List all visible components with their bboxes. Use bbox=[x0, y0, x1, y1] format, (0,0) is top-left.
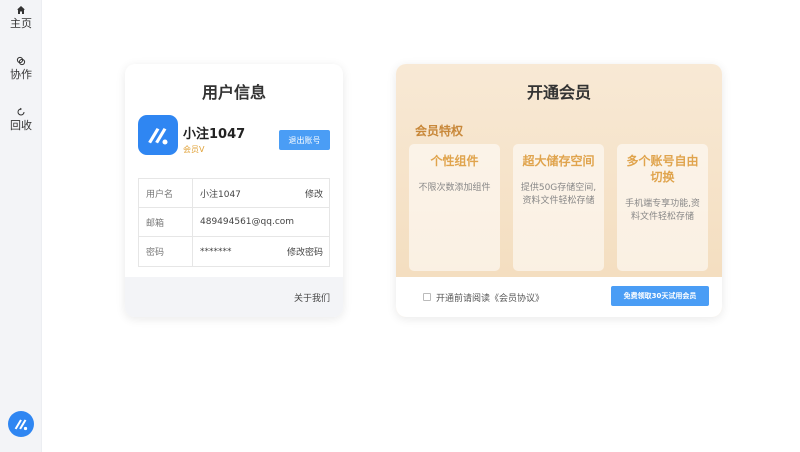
nav-item-recycle[interactable]: 回收 bbox=[0, 107, 42, 132]
nav-item-home[interactable]: 主页 bbox=[0, 5, 42, 30]
agreement-text[interactable]: 开通前请阅读《会员协议》 bbox=[436, 291, 544, 304]
app-logo-icon bbox=[148, 128, 168, 145]
link-icon bbox=[16, 56, 26, 66]
feature-title: 超大储存空间 bbox=[522, 154, 595, 168]
info-value: 小注1047 bbox=[200, 189, 241, 200]
edit-username-link[interactable]: 修改 bbox=[305, 187, 329, 200]
app-logo-icon bbox=[14, 419, 28, 431]
free-trial-button[interactable]: 免费领取30天试用会员 bbox=[611, 286, 709, 306]
recycle-icon bbox=[17, 107, 25, 116]
nav-item-collab[interactable]: 协作 bbox=[0, 56, 42, 81]
avatar[interactable] bbox=[8, 411, 34, 437]
info-label: 密码 bbox=[139, 237, 193, 266]
info-label: 用户名 bbox=[139, 179, 193, 207]
privilege-heading: 会员特权 bbox=[415, 124, 464, 138]
info-value: ******* bbox=[200, 246, 232, 257]
user-card-footer: 关于我们 bbox=[125, 277, 343, 317]
info-label: 邮箱 bbox=[139, 208, 193, 236]
member-level-badge: 会员V bbox=[183, 145, 205, 154]
membership-footer: 开通前请阅读《会员协议》 免费领取30天试用会员 bbox=[396, 277, 722, 317]
feature-desc: 提供50G存储空间,资料文件轻松存储 bbox=[520, 183, 597, 206]
feature-card: 个性组件 不限次数添加组件 bbox=[409, 144, 500, 271]
account-info-table: 用户名 小注1047 修改 邮箱 489494561@qq.com 密码 ***… bbox=[138, 178, 330, 267]
username: 小注1047 bbox=[183, 127, 246, 142]
feature-desc: 手机端专享功能,资料文件轻松存储 bbox=[625, 199, 700, 222]
feature-card: 多个账号自由切换 手机端专享功能,资料文件轻松存储 bbox=[617, 144, 708, 271]
feature-card: 超大储存空间 提供50G存储空间,资料文件轻松存储 bbox=[513, 144, 604, 271]
agreement-checkbox[interactable] bbox=[423, 293, 431, 301]
feature-title: 个性组件 bbox=[430, 154, 479, 168]
nav-label-recycle: 回收 bbox=[10, 119, 32, 132]
info-row-password: 密码 ******* 修改密码 bbox=[139, 237, 329, 266]
user-info-title: 用户信息 bbox=[201, 83, 266, 102]
membership-card: 开通会员 会员特权 个性组件 不限次数添加组件 超大储存空间 提供50G存储空间… bbox=[396, 64, 722, 317]
home-icon bbox=[17, 6, 25, 14]
change-password-link[interactable]: 修改密码 bbox=[287, 245, 329, 258]
nav-label-collab: 协作 bbox=[10, 68, 32, 81]
info-row-username: 用户名 小注1047 修改 bbox=[139, 179, 329, 208]
feature-desc: 不限次数添加组件 bbox=[418, 183, 491, 193]
user-avatar bbox=[138, 115, 178, 155]
sidebar: 主页 协作 回收 bbox=[0, 0, 42, 452]
feature-title: 多个账号自由切换 bbox=[626, 154, 699, 184]
logout-button[interactable]: 退出账号 bbox=[279, 130, 330, 150]
membership-title: 开通会员 bbox=[526, 83, 591, 102]
nav-label-home: 主页 bbox=[10, 17, 32, 30]
about-us-link[interactable]: 关于我们 bbox=[294, 291, 330, 304]
info-value: 489494561@qq.com bbox=[200, 217, 295, 227]
user-info-card: 用户信息 小注1047 会员V 退出账号 用户名 小注1047 修改 邮箱 48… bbox=[125, 64, 343, 317]
info-row-email: 邮箱 489494561@qq.com bbox=[139, 208, 329, 237]
